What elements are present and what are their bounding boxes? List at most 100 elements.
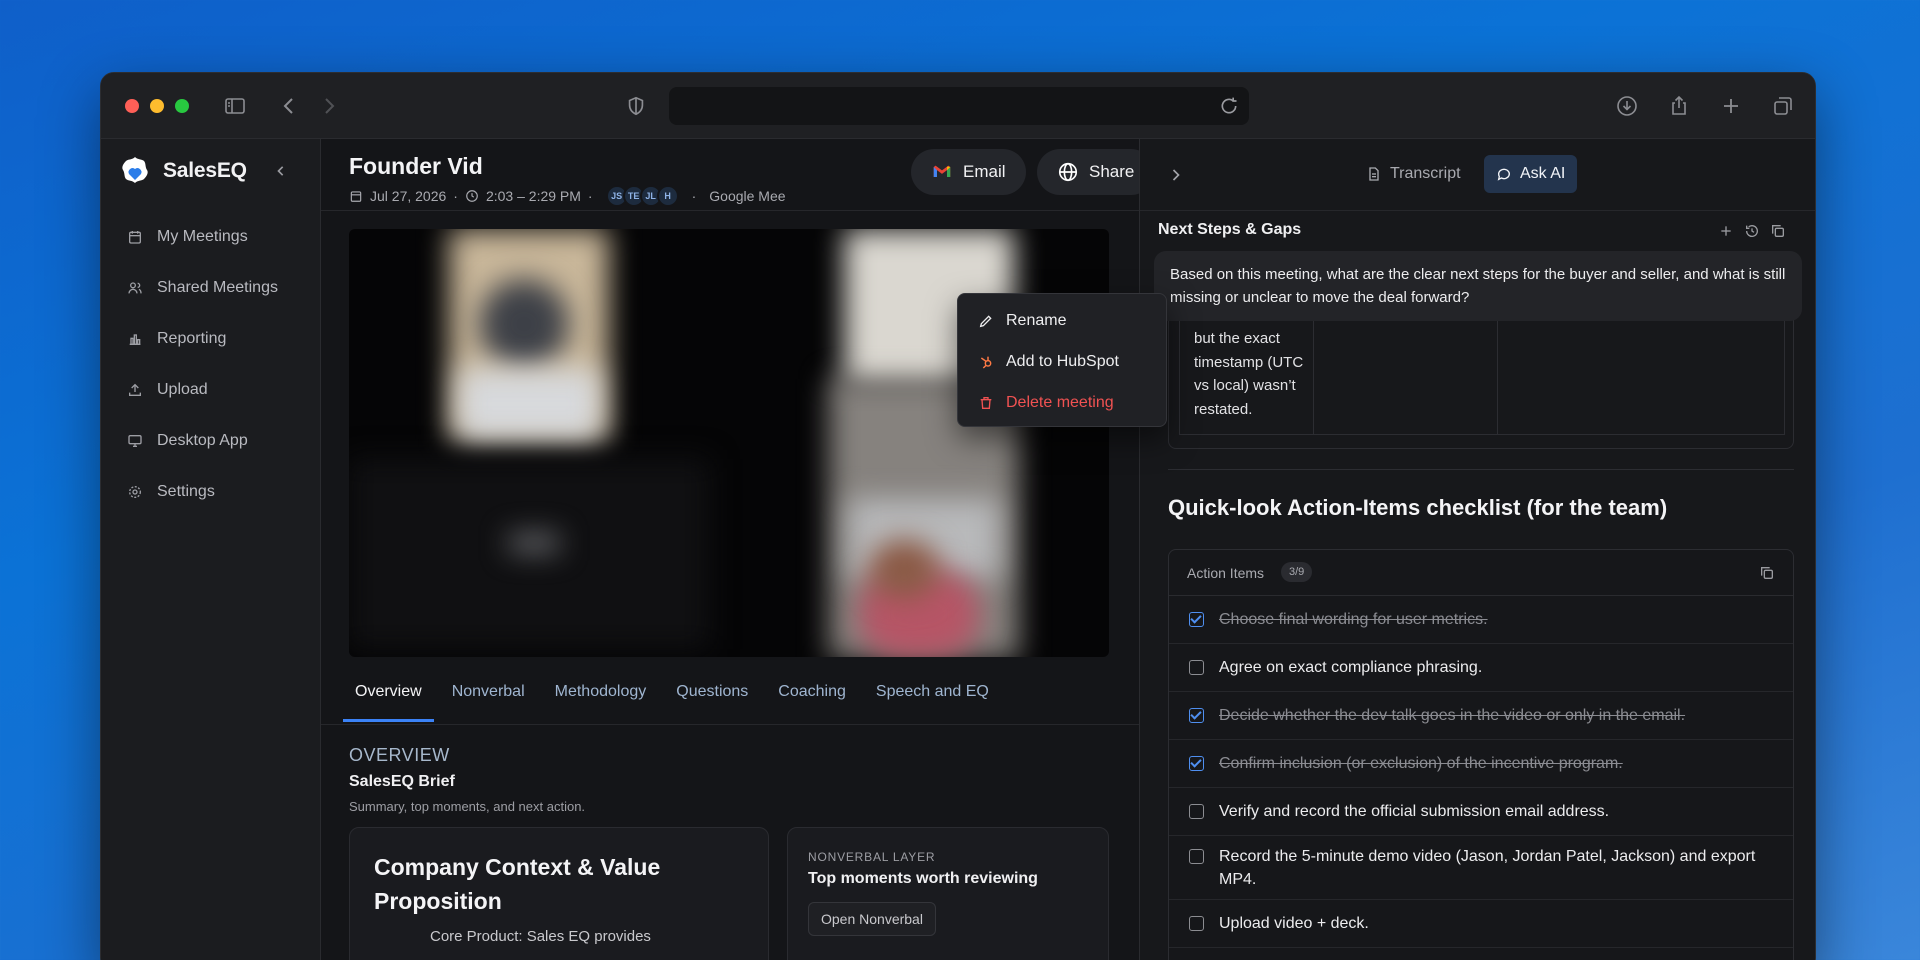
participant-head [869, 539, 939, 599]
upload-icon [129, 383, 141, 396]
company-context-card: Company Context & Value Proposition Core… [349, 827, 769, 960]
action-item-row[interactable]: Verify and record the official submissio… [1169, 788, 1793, 836]
assistant-panel: Transcript Ask AI Next Steps & Gaps Base… [1139, 139, 1815, 960]
checked-checkbox[interactable] [1189, 612, 1204, 627]
sidebar-item-my-meetings[interactable]: My Meetings [101, 211, 321, 262]
tab-overview-icon[interactable] [1771, 94, 1795, 118]
meta-separator: · [587, 188, 593, 204]
sidebar-item-upload[interactable]: Upload [101, 364, 321, 415]
copy-icon[interactable] [1770, 223, 1786, 239]
tab-transcript[interactable]: Transcript [1354, 155, 1473, 193]
rename-menu-item[interactable]: Rename [958, 300, 1166, 341]
checkbox[interactable] [1189, 660, 1204, 675]
action-item-text: Record the 5-minute demo video (Jason, J… [1219, 848, 1756, 888]
video-overlay-label [509, 534, 559, 552]
add-to-hubspot-menu-item[interactable]: Add to HubSpot [958, 341, 1166, 382]
checkbox[interactable] [1189, 804, 1204, 819]
action-item-row[interactable]: Choose final wording for user metrics. [1169, 596, 1793, 644]
sidebar-item-shared-meetings[interactable]: Shared Meetings [101, 262, 321, 313]
hubspot-label: Add to HubSpot [1006, 352, 1119, 370]
ask-ai-label: Ask AI [1520, 165, 1566, 182]
action-items-card: Action Items 3/9 Choose final wording fo… [1168, 549, 1794, 960]
checked-checkbox[interactable] [1189, 708, 1204, 723]
open-nonverbal-button[interactable]: Open Nonverbal [808, 902, 936, 936]
delete-meeting-menu-item[interactable]: Delete meeting [958, 382, 1166, 423]
sidebar-item-settings[interactable]: Settings [101, 466, 321, 517]
delete-label: Delete meeting [1006, 393, 1114, 411]
checkbox[interactable] [1189, 849, 1204, 864]
address-bar[interactable] [669, 87, 1249, 125]
checkbox[interactable] [1189, 916, 1204, 931]
copy-icon[interactable] [1759, 565, 1775, 581]
action-item-row[interactable]: Agree on exact compliance phrasing. [1169, 644, 1793, 692]
gear-icon [129, 485, 141, 498]
tab-methodology[interactable]: Methodology [543, 669, 659, 722]
history-icon[interactable] [1744, 223, 1760, 239]
new-thread-icon[interactable] [1718, 223, 1734, 239]
action-items-label: Action Items [1187, 565, 1265, 581]
maximize-window-button[interactable] [175, 99, 189, 113]
download-icon[interactable] [1615, 94, 1639, 118]
forward-icon[interactable] [317, 94, 341, 118]
back-icon[interactable] [277, 94, 301, 118]
reload-icon[interactable] [1219, 96, 1239, 116]
meeting-source: Google Mee [709, 188, 786, 204]
action-items-header: Action Items 3/9 [1169, 550, 1793, 596]
meta-separator: · [691, 188, 697, 204]
tab-overview[interactable]: Overview [343, 669, 434, 722]
participant-video-tile [349, 459, 709, 649]
hubspot-icon [980, 356, 992, 369]
email-button-label: Email [963, 162, 1006, 181]
document-icon [1369, 167, 1379, 181]
share-icon[interactable] [1667, 94, 1691, 118]
participant-avatars[interactable]: JS TE JL H [605, 185, 679, 207]
tab-nonverbal[interactable]: Nonverbal [440, 669, 537, 722]
meta-separator: · [453, 188, 458, 204]
rename-label: Rename [1006, 311, 1067, 329]
share-button[interactable]: Share [1037, 149, 1155, 195]
privacy-shield-icon[interactable] [625, 94, 647, 118]
sidebar-item-desktop-app[interactable]: Desktop App [101, 415, 321, 466]
brand[interactable]: SalesEQ [117, 153, 247, 189]
monitor-icon [128, 434, 142, 447]
bar-chart-icon [129, 333, 141, 345]
chat-bubble-icon [1497, 168, 1510, 181]
tab-coaching[interactable]: Coaching [766, 669, 858, 722]
checked-checkbox[interactable] [1189, 756, 1204, 771]
calendar-icon [350, 191, 362, 202]
email-button[interactable]: Email [911, 149, 1026, 195]
pencil-icon [979, 314, 992, 327]
company-context-body: Core Product: Sales EQ provides [430, 928, 651, 945]
sidebar-item-label: Desktop App [157, 431, 248, 449]
tab-ask-ai[interactable]: Ask AI [1484, 155, 1578, 193]
sidebar-item-reporting[interactable]: Reporting [101, 313, 321, 364]
new-tab-icon[interactable] [1719, 94, 1743, 118]
collapse-panel-icon[interactable] [1166, 165, 1186, 185]
action-item-row[interactable]: Record the 5-minute demo video (Jason, J… [1169, 836, 1793, 900]
action-item-text: Choose final wording for user metrics. [1219, 611, 1488, 628]
action-item-text: Confirm inclusion (or exclusion) of the … [1219, 755, 1623, 772]
sidebar-toggle-icon[interactable] [223, 94, 247, 118]
overview-section-label: OVERVIEW [349, 745, 450, 765]
sidebar-nav: My Meetings Shared Meetings Reporting Up… [101, 211, 321, 517]
meeting-header: Founder Vid Jul 27, 2026 · 2:03 – 2:29 P… [321, 139, 1171, 211]
sidebar-item-label: Reporting [157, 329, 227, 347]
action-item-row[interactable]: Upload video + deck. [1169, 900, 1793, 948]
collapse-sidebar-icon[interactable] [271, 161, 291, 181]
tab-speech-and-eq[interactable]: Speech and EQ [864, 669, 1001, 722]
action-item-text: Upload video + deck. [1219, 915, 1369, 932]
meeting-date: Jul 27, 2026 [370, 188, 447, 204]
tab-questions[interactable]: Questions [664, 669, 760, 722]
close-window-button[interactable] [125, 99, 139, 113]
participant-body [459, 369, 599, 439]
action-item-row[interactable]: Confirm inclusion (or exclusion) of the … [1169, 740, 1793, 788]
sidebar-item-label: Settings [157, 482, 215, 500]
avatar[interactable]: H [656, 185, 679, 207]
meeting-tabs: Overview Nonverbal Methodology Questions… [343, 669, 1001, 722]
table-cell [1314, 317, 1498, 435]
user-prompt-bubble: Based on this meeting, what are the clea… [1154, 251, 1802, 321]
section-divider [1168, 469, 1794, 470]
action-item-row[interactable]: Decide whether the dev talk goes in the … [1169, 692, 1793, 740]
minimize-window-button[interactable] [150, 99, 164, 113]
sidebar: SalesEQ My Meetings Shared Meetings Repo… [101, 139, 321, 960]
